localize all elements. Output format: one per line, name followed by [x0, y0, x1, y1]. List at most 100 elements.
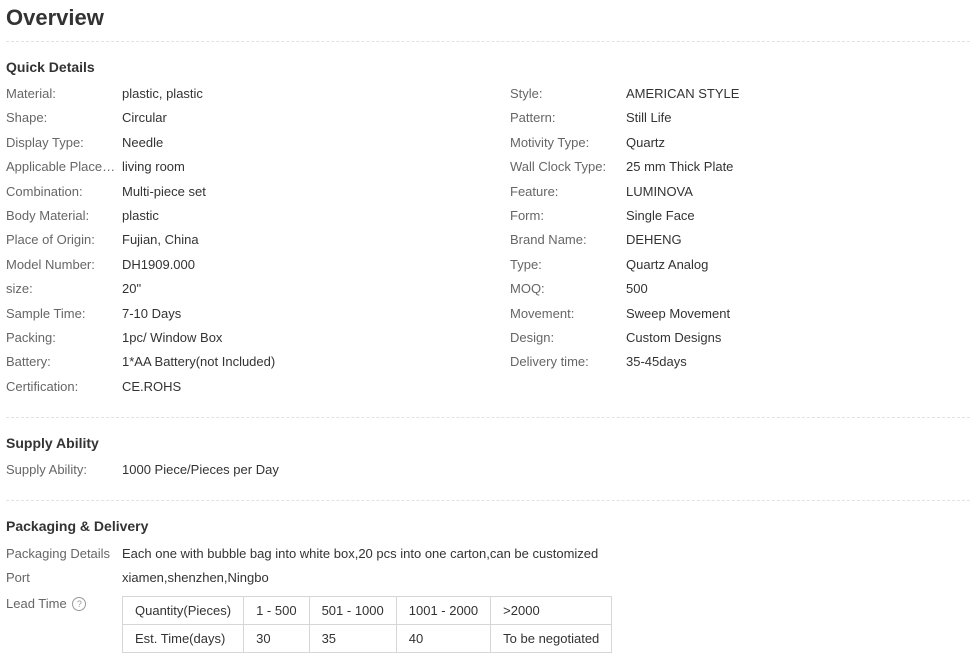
table-cell: >2000	[490, 596, 613, 625]
kv-row: Style: AMERICAN STYLE	[510, 84, 970, 104]
detail-value: 35-45days	[626, 354, 687, 370]
detail-label: Certification:	[6, 378, 79, 394]
detail-label: Shape:	[6, 110, 48, 126]
detail-value: Still Life	[626, 110, 672, 126]
detail-value: Quartz Analog	[626, 256, 709, 272]
kv-row: Form: Single Face	[510, 206, 970, 226]
detail-label: Style:	[510, 86, 543, 101]
detail-label: Combination:	[6, 183, 83, 199]
kv-row: Brand Name: DEHENG	[510, 230, 970, 250]
kv-row: Feature: LUMINOVA	[510, 182, 970, 202]
table-cell: 1001 - 2000	[395, 596, 492, 625]
page-title: Overview	[6, 5, 104, 30]
kv-row: Applicable Placem... living room	[6, 157, 496, 177]
detail-value: Needle	[122, 134, 164, 150]
table-row: Est. Time(days) 30 35 40 To be negotiate…	[121, 624, 613, 653]
kv-row: Wall Clock Type: 25 mm Thick Plate	[510, 157, 970, 177]
kv-row: size: 20"	[6, 279, 496, 299]
detail-label: Battery:	[6, 354, 51, 370]
detail-label: Place of Origin:	[6, 232, 95, 248]
detail-value: LUMINOVA	[626, 183, 693, 199]
detail-value: living room	[122, 159, 185, 175]
detail-label: Design:	[510, 330, 555, 345]
detail-label: Sample Time:	[6, 305, 86, 321]
kv-row: Place of Origin: Fujian, China	[6, 230, 496, 250]
detail-value: 7-10 Days	[122, 305, 182, 321]
supply-ability-value: 1000 Piece/Pieces per Day	[122, 462, 279, 477]
kv-row: Design: Custom Designs	[510, 328, 970, 348]
packaging-details-label: Packaging Details	[6, 546, 111, 561]
kv-row: Sample Time: 7-10 Days	[6, 304, 496, 324]
kv-row: Combination: Multi-piece set	[6, 182, 496, 202]
lead-time-text: Lead Time	[6, 596, 67, 611]
port-value: xiamen,shenzhen,Ningbo	[122, 570, 269, 585]
help-icon[interactable]: ?	[72, 597, 87, 611]
detail-value: Fujian, China	[122, 232, 199, 248]
supply-ability-label: Supply Ability:	[6, 462, 87, 477]
divider	[6, 417, 970, 418]
lead-time-table: Quantity(Pieces) 1 - 500 501 - 1000 1001…	[121, 596, 613, 653]
kv-row: Pattern: Still Life	[510, 108, 970, 128]
table-cell: Quantity(Pieces)	[121, 596, 245, 625]
detail-label: Brand Name:	[510, 232, 587, 248]
detail-label: Type:	[510, 256, 542, 272]
detail-label: Movement:	[510, 305, 575, 321]
kv-row: Packing: 1pc/ Window Box	[6, 328, 496, 348]
detail-value: 1pc/ Window Box	[122, 330, 223, 345]
detail-value: 1*AA Battery(not Included)	[122, 354, 276, 370]
kv-row: Battery: 1*AA Battery(not Included)	[6, 352, 496, 372]
detail-label: Packing:	[6, 330, 56, 345]
kv-row: Motivity Type: Quartz	[510, 133, 970, 153]
table-cell: Est. Time(days)	[121, 624, 245, 653]
divider	[6, 500, 970, 501]
detail-value: plastic	[122, 208, 159, 223]
detail-value: Sweep Movement	[626, 305, 731, 321]
kv-row: Supply Ability: 1000 Piece/Pieces per Da…	[6, 460, 606, 480]
kv-row: Material: plastic, plastic	[6, 84, 496, 104]
kv-row: Certification: CE.ROHS	[6, 377, 496, 397]
detail-value: Quartz	[626, 134, 666, 150]
supply-ability-heading: Supply Ability	[6, 435, 99, 451]
detail-label: Form:	[510, 208, 544, 223]
detail-value: Single Face	[626, 208, 695, 223]
detail-value: DH1909.000	[122, 256, 195, 272]
detail-label: MOQ:	[510, 281, 545, 297]
packaging-delivery-heading: Packaging & Delivery	[6, 518, 149, 534]
kv-row: Body Material: plastic	[6, 206, 496, 226]
detail-label: Feature:	[510, 183, 559, 199]
kv-row: Packaging Details Each one with bubble b…	[6, 544, 906, 564]
detail-label: Motivity Type:	[510, 134, 590, 150]
detail-label: Display Type:	[6, 134, 84, 150]
port-label: Port	[6, 570, 30, 585]
table-row: Quantity(Pieces) 1 - 500 501 - 1000 1001…	[121, 596, 613, 625]
divider	[6, 41, 970, 42]
detail-label: Body Material:	[6, 208, 90, 223]
quick-details-heading: Quick Details	[6, 59, 95, 75]
detail-label: Wall Clock Type:	[510, 159, 607, 175]
detail-label: Material:	[6, 86, 56, 101]
detail-label: Model Number:	[6, 256, 95, 272]
kv-row: Port xiamen,shenzhen,Ningbo	[6, 568, 906, 588]
detail-label: Delivery time:	[510, 354, 589, 370]
kv-row: Movement: Sweep Movement	[510, 304, 970, 324]
kv-row: MOQ: 500	[510, 279, 970, 299]
detail-value: 500	[626, 281, 648, 297]
detail-value: 25 mm Thick Plate	[626, 159, 734, 175]
detail-value: 20"	[122, 281, 142, 297]
detail-label: size:	[6, 281, 33, 297]
kv-row: Model Number: DH1909.000	[6, 255, 496, 275]
table-cell: 30	[243, 624, 310, 653]
detail-value: plastic, plastic	[122, 86, 203, 101]
kv-row: Display Type: Needle	[6, 133, 496, 153]
table-cell: To be negotiated	[490, 624, 613, 653]
detail-label: Pattern:	[510, 110, 556, 126]
table-cell: 40	[395, 624, 492, 653]
detail-label: Applicable Placem...	[6, 159, 122, 175]
table-cell: 1 - 500	[243, 596, 310, 625]
kv-row: Delivery time: 35-45days	[510, 352, 970, 372]
kv-row: Shape: Circular	[6, 108, 496, 128]
table-cell: 501 - 1000	[308, 596, 397, 625]
lead-time-label: Lead Time ?	[6, 594, 87, 614]
packaging-details-value: Each one with bubble bag into white box,…	[122, 546, 599, 561]
detail-value: AMERICAN STYLE	[626, 86, 740, 101]
